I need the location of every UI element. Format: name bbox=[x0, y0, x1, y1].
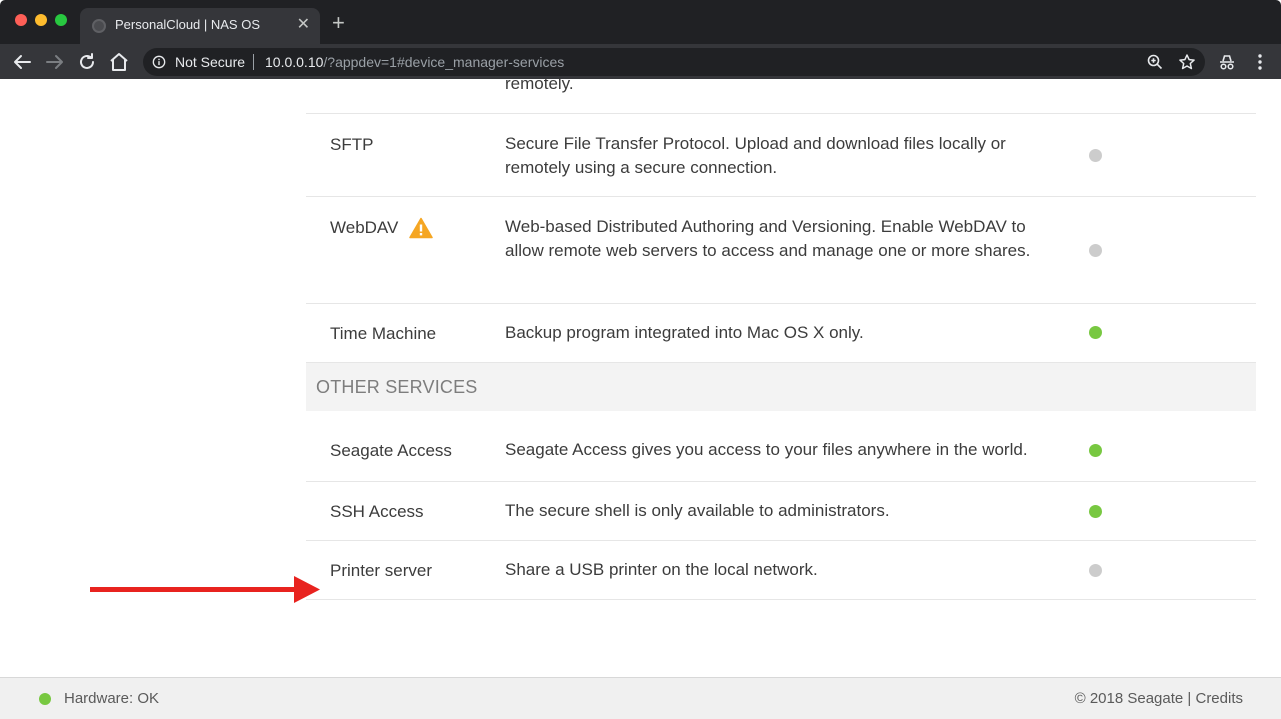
url-path: /?appdev=1#device_manager-services bbox=[323, 54, 565, 70]
service-row-webdav: WebDAV Web-based Distributed Authoring a… bbox=[306, 197, 1256, 304]
status-toggle[interactable] bbox=[1089, 444, 1102, 457]
zoom-icon[interactable] bbox=[1146, 53, 1164, 71]
status-toggle[interactable] bbox=[1089, 326, 1102, 339]
section-title: OTHER SERVICES bbox=[316, 377, 478, 397]
service-name: SSH Access bbox=[330, 502, 424, 521]
url-text[interactable]: 10.0.0.10/?appdev=1#device_manager-servi… bbox=[265, 54, 564, 70]
home-icon[interactable] bbox=[107, 50, 131, 74]
browser-tab-bar: PersonalCloud | NAS OS ✕ + bbox=[0, 0, 1281, 44]
copyright: © 2018 Seagate | Credits bbox=[1075, 690, 1243, 707]
service-row-ssh-access: SSH Access The secure shell is only avai… bbox=[306, 482, 1256, 541]
tab-title: PersonalCloud | NAS OS bbox=[115, 17, 260, 32]
favicon-icon bbox=[92, 19, 106, 33]
red-arrow-annotation bbox=[90, 576, 320, 603]
close-tab-icon[interactable]: ✕ bbox=[297, 15, 310, 35]
minimize-window-button[interactable] bbox=[35, 14, 47, 26]
reload-icon[interactable] bbox=[75, 50, 99, 74]
service-name: Seagate Access bbox=[330, 441, 452, 460]
services-page: remotely. SFTP Secure File Transfer Prot… bbox=[0, 79, 1281, 677]
incognito-icon[interactable] bbox=[1217, 52, 1237, 72]
service-row-seagate-access: Seagate Access Seagate Access gives you … bbox=[306, 411, 1256, 482]
url-host: 10.0.0.10 bbox=[265, 54, 324, 70]
status-toggle[interactable] bbox=[1089, 244, 1102, 257]
copyright-text: © 2018 Seagate | bbox=[1074, 690, 1196, 707]
more-menu-icon[interactable] bbox=[1250, 52, 1270, 72]
security-label: Not Secure bbox=[175, 54, 246, 70]
section-header: OTHER SERVICES bbox=[306, 363, 1256, 411]
hardware-status-dot bbox=[39, 693, 51, 705]
status-footer: Hardware: OK © 2018 Seagate | Credits bbox=[0, 677, 1281, 719]
service-row-printer-server: Printer server Share a USB printer on th… bbox=[306, 541, 1256, 600]
service-name: SFTP bbox=[330, 135, 374, 154]
services-table: remotely. SFTP Secure File Transfer Prot… bbox=[306, 79, 1256, 600]
maximize-window-button[interactable] bbox=[55, 14, 67, 26]
service-description: Web-based Distributed Authoring and Vers… bbox=[505, 217, 1031, 260]
browser-toolbar: Not Secure 10.0.0.10/?appdev=1#device_ma… bbox=[0, 44, 1281, 79]
service-description: Backup program integrated into Mac OS X … bbox=[505, 323, 864, 342]
service-name: Printer server bbox=[330, 561, 433, 580]
status-toggle[interactable] bbox=[1089, 505, 1102, 518]
status-toggle[interactable] bbox=[1089, 149, 1102, 162]
browser-tab[interactable]: PersonalCloud | NAS OS ✕ bbox=[80, 8, 320, 44]
bookmark-star-icon[interactable] bbox=[1178, 53, 1196, 71]
address-bar[interactable]: Not Secure 10.0.0.10/?appdev=1#device_ma… bbox=[143, 48, 1205, 76]
forward-icon[interactable] bbox=[43, 50, 67, 74]
new-tab-button[interactable]: + bbox=[332, 12, 345, 34]
service-row: remotely. bbox=[306, 79, 1256, 114]
info-icon[interactable] bbox=[152, 55, 166, 69]
credits-link[interactable]: Credits bbox=[1195, 690, 1243, 707]
service-row-time-machine: Time Machine Backup program integrated i… bbox=[306, 304, 1256, 363]
service-description: Seagate Access gives you access to your … bbox=[505, 440, 1028, 459]
service-description: Secure File Transfer Protocol. Upload an… bbox=[505, 134, 1006, 177]
service-description: Share a USB printer on the local network… bbox=[505, 560, 818, 579]
service-description: The secure shell is only available to ad… bbox=[505, 501, 890, 520]
service-description: remotely. bbox=[505, 79, 574, 93]
status-toggle[interactable] bbox=[1089, 564, 1102, 577]
service-name: Time Machine bbox=[330, 324, 437, 343]
close-window-button[interactable] bbox=[15, 14, 27, 26]
service-row-sftp: SFTP Secure File Transfer Protocol. Uplo… bbox=[306, 114, 1256, 197]
service-name: WebDAV bbox=[330, 217, 433, 239]
back-icon[interactable] bbox=[10, 50, 34, 74]
hardware-status: Hardware: OK bbox=[64, 690, 160, 707]
service-name-text: WebDAV bbox=[330, 218, 399, 237]
divider bbox=[253, 54, 254, 70]
warning-icon[interactable] bbox=[409, 217, 433, 239]
